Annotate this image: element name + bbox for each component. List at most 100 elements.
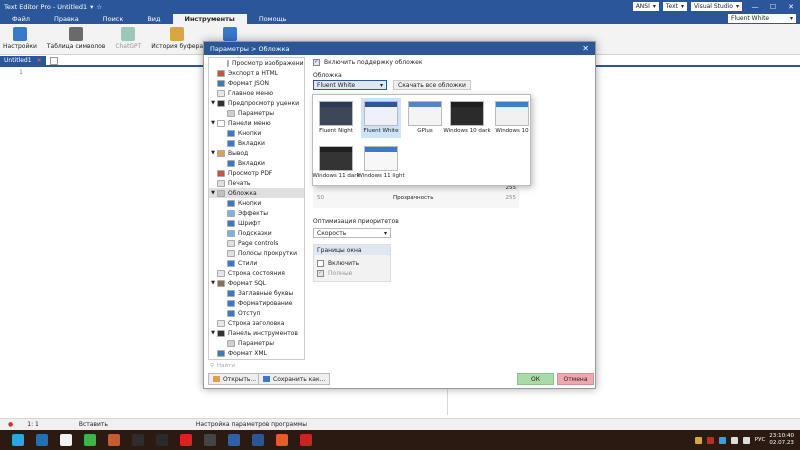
save-as-button[interactable]: Сохранить как...: [258, 373, 331, 385]
tree-item[interactable]: Стили: [209, 258, 304, 268]
mode-combo[interactable]: Text ▾: [662, 2, 688, 11]
tree-item[interactable]: Шрифт: [209, 218, 304, 228]
tree-item[interactable]: Экспорт в HTML: [209, 68, 304, 78]
taskbar-app-icon[interactable]: [300, 434, 312, 446]
network-icon[interactable]: [730, 436, 738, 444]
encoding-combo[interactable]: ANSI ▾: [632, 2, 659, 11]
expand-icon[interactable]: ▼: [209, 120, 217, 126]
tree-item[interactable]: Вкладки: [209, 138, 304, 148]
record-icon[interactable]: ●: [8, 421, 13, 428]
taskbar-app-icon[interactable]: [276, 434, 288, 446]
tree-item[interactable]: Формат XML: [209, 348, 304, 358]
menu-tab-5[interactable]: Помощь: [247, 14, 299, 24]
star-icon[interactable]: ☆: [96, 3, 102, 11]
ribbon-button-2[interactable]: ChatGPT: [115, 24, 141, 54]
taskbar-app-icon[interactable]: [108, 434, 120, 446]
chevron-down-icon[interactable]: ▾: [90, 3, 93, 11]
menu-tab-4[interactable]: Инструменты: [172, 14, 247, 24]
skin-gallery-popup[interactable]: Fluent Night Fluent White GPlus Windows 10 …: [312, 94, 531, 186]
border-enable-row[interactable]: Включить: [314, 258, 390, 268]
tree-item[interactable]: Кнопки: [209, 128, 304, 138]
expand-icon[interactable]: ▼: [209, 100, 217, 106]
taskbar-app-icon[interactable]: [60, 434, 72, 446]
tree-item[interactable]: Заглавные буквы: [209, 288, 304, 298]
tree-item[interactable]: ▼ Формат SQL: [209, 278, 304, 288]
close-icon[interactable]: ✕: [782, 3, 800, 11]
menu-tab-2[interactable]: Поиск: [91, 14, 136, 24]
tree-item[interactable]: Просмотр изображения: [209, 58, 304, 68]
taskbar-app-icon[interactable]: [84, 434, 96, 446]
scheme-combo[interactable]: Visual Studio ▾: [691, 2, 742, 11]
ribbon-button-3[interactable]: История буфера: [151, 24, 203, 54]
skin-option[interactable]: Fluent White: [361, 98, 401, 138]
tree-item[interactable]: ▼ Обложка: [209, 188, 304, 198]
enable-skins-checkbox[interactable]: ✓: [313, 58, 320, 66]
doc-tab-untitled1[interactable]: Untitled1 ✕: [0, 55, 46, 66]
taskbar-app-icon[interactable]: [180, 434, 192, 446]
open-button[interactable]: Открыть...: [208, 373, 262, 385]
tree-item[interactable]: Просмотр PDF: [209, 168, 304, 178]
expand-icon[interactable]: ▼: [209, 330, 217, 336]
ok-button[interactable]: ОК: [517, 373, 554, 385]
tree-item[interactable]: Отступ: [209, 308, 304, 318]
ribbon-button-1[interactable]: Таблица символов: [47, 24, 105, 54]
enable-skins-row[interactable]: ✓ Включить поддержку обложек: [313, 57, 593, 67]
taskbar-app-icon[interactable]: [156, 434, 168, 446]
expand-icon[interactable]: ▼: [209, 280, 217, 286]
menu-tab-3[interactable]: Вид: [135, 14, 172, 24]
tree-item[interactable]: Page controls: [209, 238, 304, 248]
search-field[interactable]: ⚲ Найти: [208, 361, 305, 371]
tree-item[interactable]: ▼ Панели меню: [209, 118, 304, 128]
tree-item[interactable]: Вкладки: [209, 158, 304, 168]
tree-item[interactable]: ▼ Предпросмотр уценки: [209, 98, 304, 108]
tree-item[interactable]: Строка состояния: [209, 268, 304, 278]
taskbar-app-icon[interactable]: [36, 434, 48, 446]
tree-item[interactable]: Полосы прокрутки: [209, 248, 304, 258]
skin-option[interactable]: Windows 11 light: [357, 143, 405, 183]
tree-item[interactable]: Форматирование: [209, 298, 304, 308]
close-icon[interactable]: ✕: [582, 44, 589, 53]
language-indicator[interactable]: РУС: [755, 437, 766, 443]
tray-icon[interactable]: [718, 436, 726, 444]
tree-item[interactable]: ▼ Вывод: [209, 148, 304, 158]
menu-tab-1[interactable]: Правка: [42, 14, 91, 24]
ribbon-button-0[interactable]: Настройки: [3, 24, 37, 54]
taskbar-app-icon[interactable]: [12, 434, 24, 446]
taskbar-app-icon[interactable]: [204, 434, 216, 446]
cancel-button[interactable]: Отмена: [557, 373, 594, 385]
tree-item[interactable]: Подсказки: [209, 228, 304, 238]
priority-select[interactable]: Скорость ▾: [313, 228, 391, 238]
volume-icon[interactable]: [742, 436, 750, 444]
skin-option[interactable]: Windows 10: [492, 98, 532, 138]
tree-item[interactable]: Главное меню: [209, 88, 304, 98]
taskbar-app-icon[interactable]: [132, 434, 144, 446]
close-tab-icon[interactable]: ✕: [37, 57, 42, 64]
taskbar-app-icon[interactable]: [228, 434, 240, 446]
download-skins-button[interactable]: Скачать все обложки: [393, 80, 471, 90]
skin-option[interactable]: Fluent Night: [316, 98, 356, 138]
menu-tab-0[interactable]: Файл: [0, 14, 42, 24]
expand-icon[interactable]: ▼: [209, 150, 217, 156]
tree-item[interactable]: Строка заголовка: [209, 318, 304, 328]
tree-item[interactable]: Кнопки: [209, 198, 304, 208]
tree-item[interactable]: Параметры: [209, 338, 304, 348]
tree-item[interactable]: Эффекты: [209, 208, 304, 218]
tray-icon[interactable]: [694, 436, 702, 444]
taskbar-app-icon[interactable]: [252, 434, 264, 446]
clock[interactable]: 23:10:40 02.07.23: [769, 433, 794, 447]
expand-icon[interactable]: ▼: [209, 190, 217, 196]
minimize-icon[interactable]: —: [746, 3, 764, 11]
tree-item[interactable]: Печать: [209, 178, 304, 188]
settings-tree[interactable]: Просмотр изображения Экспорт в HTML Формат…: [208, 57, 305, 360]
border-enable-checkbox[interactable]: [317, 259, 324, 267]
skin-select[interactable]: Fluent White ▾: [313, 80, 387, 90]
skin-option[interactable]: GPlus: [405, 98, 445, 138]
tree-item[interactable]: Формат JSON: [209, 78, 304, 88]
tree-item[interactable]: ▼ Панель инструментов: [209, 328, 304, 338]
maximize-icon[interactable]: ☐: [764, 3, 782, 11]
new-document-icon[interactable]: [49, 56, 58, 65]
skin-option[interactable]: Windows 11 dark: [312, 143, 360, 183]
theme-combo[interactable]: Fluent White ▾: [728, 14, 796, 23]
tree-item[interactable]: Параметры: [209, 108, 304, 118]
tray-icon[interactable]: [706, 436, 714, 444]
